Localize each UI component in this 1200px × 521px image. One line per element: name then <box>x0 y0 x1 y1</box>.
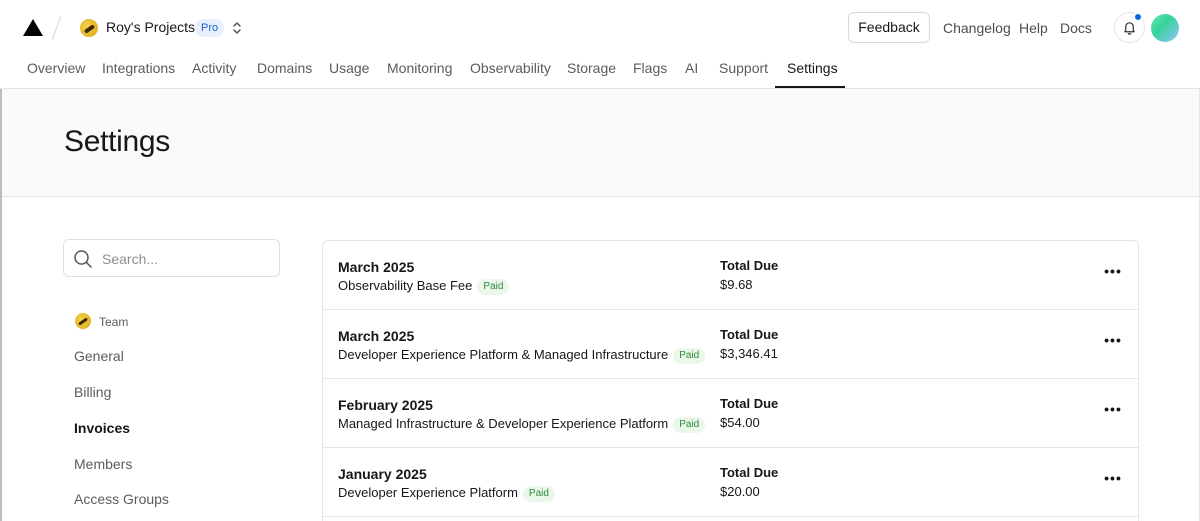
team-switcher-chevron-icon[interactable] <box>231 19 243 37</box>
tab-activity[interactable]: Activity <box>192 60 236 89</box>
tab-overview[interactable]: Overview <box>27 60 85 89</box>
status-badge: Paid <box>673 417 706 433</box>
plan-badge: Pro <box>195 19 225 37</box>
total-due-value: $54.00 <box>720 415 760 430</box>
invoice-description: Managed Infrastructure & Developer Exper… <box>338 416 669 431</box>
invoice-list: March 2025 Observability Base Fee Paid To… <box>322 240 1139 521</box>
invoice-row[interactable]: March 2025 Developer Experience Platform… <box>323 310 1138 379</box>
tab-settings[interactable]: Settings <box>787 60 838 89</box>
page-title: Settings <box>64 125 170 158</box>
invoice-period: February 2025 <box>338 397 433 413</box>
invoice-description: Developer Experience Platform & Managed … <box>338 347 669 362</box>
docs-link[interactable]: Docs <box>1060 20 1092 36</box>
invoice-period: January 2025 <box>338 466 427 482</box>
invoice-period: March 2025 <box>338 259 415 275</box>
tab-ai[interactable]: AI <box>685 60 698 89</box>
changelog-link[interactable]: Changelog <box>943 20 1011 36</box>
more-options-icon[interactable]: ••• <box>1097 333 1129 354</box>
tab-flags[interactable]: Flags <box>633 60 667 89</box>
bell-icon <box>1124 22 1135 35</box>
help-link[interactable]: Help <box>1019 20 1048 36</box>
invoice-row[interactable]: February 2025 Managed Infrastructure & D… <box>323 379 1138 448</box>
tab-observability[interactable]: Observability <box>470 60 551 89</box>
invoice-description: Observability Base Fee <box>338 278 473 293</box>
status-badge: Paid <box>522 486 555 502</box>
total-due-label: Total Due <box>720 465 779 480</box>
user-avatar[interactable] <box>1151 14 1179 42</box>
sidebar-item-general[interactable]: General <box>74 348 124 364</box>
settings-search[interactable] <box>63 239 280 277</box>
sidebar-item-members[interactable]: Members <box>74 456 132 472</box>
total-due-value: $3,346.41 <box>720 346 778 361</box>
total-due-label: Total Due <box>720 327 779 342</box>
sidebar-item-invoices[interactable]: Invoices <box>74 420 130 436</box>
project-nav: Overview Integrations Activity Domains U… <box>0 60 1200 89</box>
invoice-row[interactable]: March 2025 Observability Base Fee Paid To… <box>323 241 1138 310</box>
active-tab-indicator <box>775 86 845 88</box>
team-name[interactable]: Roy's Projects <box>106 19 195 35</box>
tab-integrations[interactable]: Integrations <box>102 60 175 89</box>
breadcrumb-separator <box>51 16 62 40</box>
total-due-label: Total Due <box>720 396 779 411</box>
invoice-description: Developer Experience Platform <box>338 485 518 500</box>
status-badge: Paid <box>673 348 706 364</box>
tab-domains[interactable]: Domains <box>257 60 312 89</box>
vercel-logo-icon[interactable] <box>23 19 43 36</box>
status-badge: Paid <box>477 279 510 295</box>
tab-storage[interactable]: Storage <box>567 60 616 89</box>
feedback-button[interactable]: Feedback <box>848 12 930 43</box>
total-due-value: $9.68 <box>720 277 753 292</box>
tab-support[interactable]: Support <box>719 60 768 89</box>
more-options-icon[interactable]: ••• <box>1097 264 1129 285</box>
total-due-value: $20.00 <box>720 484 760 499</box>
invoice-row[interactable]: January 2025 Developer Experience Platfo… <box>323 448 1138 517</box>
sidebar-item-billing[interactable]: Billing <box>74 384 111 400</box>
total-due-label: Total Due <box>720 258 779 273</box>
page-header <box>2 89 1199 197</box>
sidebar-item-access-groups[interactable]: Access Groups <box>74 491 169 507</box>
invoice-period: March 2025 <box>338 328 415 344</box>
tab-monitoring[interactable]: Monitoring <box>387 60 452 89</box>
more-options-icon[interactable]: ••• <box>1097 471 1129 492</box>
top-header: Roy's Projects Pro Feedback Changelog He… <box>0 0 1200 89</box>
notification-dot <box>1134 13 1142 21</box>
tab-usage[interactable]: Usage <box>329 60 369 89</box>
team-icon <box>75 313 91 329</box>
more-options-icon[interactable]: ••• <box>1097 402 1129 423</box>
sidebar-section-label: Team <box>99 315 129 329</box>
search-input[interactable] <box>102 249 272 269</box>
search-icon <box>74 250 92 268</box>
team-avatar[interactable] <box>80 19 98 37</box>
